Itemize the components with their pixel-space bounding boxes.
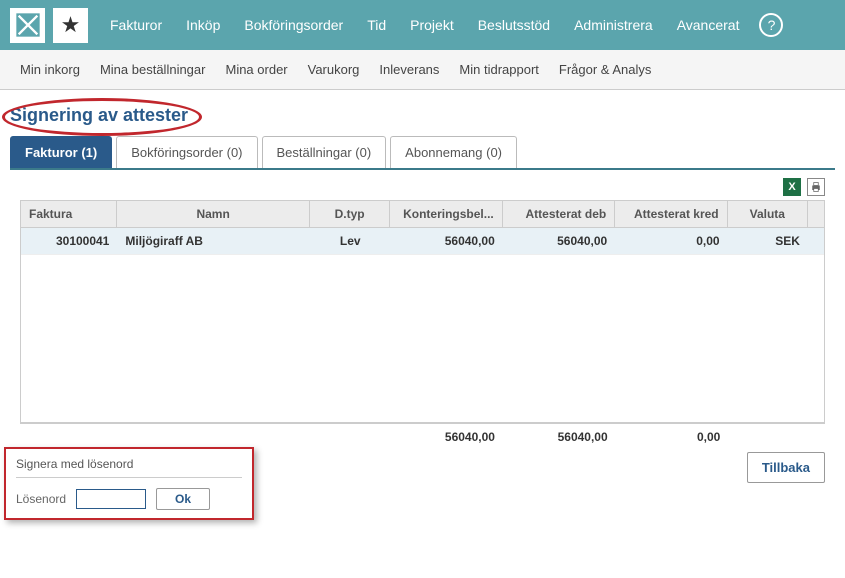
th-dtyp[interactable]: D.typ <box>309 201 389 228</box>
table-header-row: Faktura Namn D.typ Konteringsbel... Atte… <box>21 201 825 228</box>
favorites-button[interactable]: ★ <box>53 8 88 43</box>
actions-row: Tillbaka <box>727 440 845 495</box>
page-title: Signering av attester <box>10 105 188 126</box>
cell-attesterat-kred: 0,00 <box>615 228 727 255</box>
logo-icon <box>14 11 42 39</box>
tab-bestallningar[interactable]: Beställningar (0) <box>262 136 387 168</box>
tab-fakturor[interactable]: Fakturor (1) <box>10 136 112 168</box>
nav-administrera[interactable]: Administrera <box>562 17 665 33</box>
help-icon[interactable]: ? <box>759 13 783 37</box>
password-label: Lösenord <box>16 492 66 506</box>
nav-fakturor[interactable]: Fakturor <box>98 17 174 33</box>
print-icon[interactable] <box>807 178 825 196</box>
cell-namn: Miljögiraff AB <box>117 228 310 255</box>
subnav-inleverans[interactable]: Inleverans <box>379 62 439 77</box>
nav-avancerat[interactable]: Avancerat <box>665 17 752 33</box>
cell-dtyp: Lev <box>310 228 390 255</box>
password-input[interactable] <box>76 489 146 509</box>
nav-inkop[interactable]: Inköp <box>174 17 232 33</box>
table-toolbar: X <box>0 170 845 200</box>
nav-beslutsstod[interactable]: Beslutsstöd <box>466 17 562 33</box>
cell-faktura: 30100041 <box>21 228 117 255</box>
nav-bokforingsorder[interactable]: Bokföringsorder <box>232 17 355 33</box>
page-title-area: Signering av attester <box>0 90 845 136</box>
tab-bar: Fakturor (1) Bokföringsorder (0) Beställ… <box>10 136 835 170</box>
invoice-table: Faktura Namn D.typ Konteringsbel... Atte… <box>20 200 825 450</box>
th-attesterat-kred[interactable]: Attesterat kred <box>615 201 727 228</box>
tab-abonnemang[interactable]: Abonnemang (0) <box>390 136 517 168</box>
back-button[interactable]: Tillbaka <box>747 452 825 483</box>
table-body-area[interactable]: 30100041 Miljögiraff AB Lev 56040,00 560… <box>20 228 825 423</box>
cell-konteringsbel: 56040,00 <box>390 228 502 255</box>
subnav-mina-bestallningar[interactable]: Mina beställningar <box>100 62 206 77</box>
table-row[interactable]: 30100041 Miljögiraff AB Lev 56040,00 560… <box>21 228 824 255</box>
subnav-fragor-analys[interactable]: Frågor & Analys <box>559 62 652 77</box>
app-logo <box>10 8 45 43</box>
ok-button[interactable]: Ok <box>156 488 210 510</box>
subnav-min-inkorg[interactable]: Min inkorg <box>20 62 80 77</box>
star-icon: ★ <box>61 12 81 38</box>
sub-navbar: Min inkorg Mina beställningar Mina order… <box>0 50 845 90</box>
th-valuta[interactable]: Valuta <box>727 201 807 228</box>
nav-projekt[interactable]: Projekt <box>398 17 466 33</box>
sign-title: Signera med lösenord <box>16 457 242 478</box>
tab-bokforingsorder[interactable]: Bokföringsorder (0) <box>116 136 257 168</box>
th-attesterat-deb[interactable]: Attesterat deb <box>502 201 614 228</box>
subnav-min-tidrapport[interactable]: Min tidrapport <box>459 62 538 77</box>
export-excel-icon[interactable]: X <box>783 178 801 196</box>
th-namn[interactable]: Namn <box>117 201 310 228</box>
cell-attesterat-deb: 56040,00 <box>503 228 615 255</box>
subnav-varukorg[interactable]: Varukorg <box>308 62 360 77</box>
th-extra <box>807 201 824 228</box>
subnav-mina-order[interactable]: Mina order <box>225 62 287 77</box>
cell-valuta: SEK <box>728 228 808 255</box>
th-konteringsbel[interactable]: Konteringsbel... <box>390 201 503 228</box>
nav-tid[interactable]: Tid <box>355 17 398 33</box>
th-faktura[interactable]: Faktura <box>21 201 117 228</box>
sign-password-box: Signera med lösenord Lösenord Ok <box>4 447 254 520</box>
top-navbar: ★ Fakturor Inköp Bokföringsorder Tid Pro… <box>0 0 845 50</box>
